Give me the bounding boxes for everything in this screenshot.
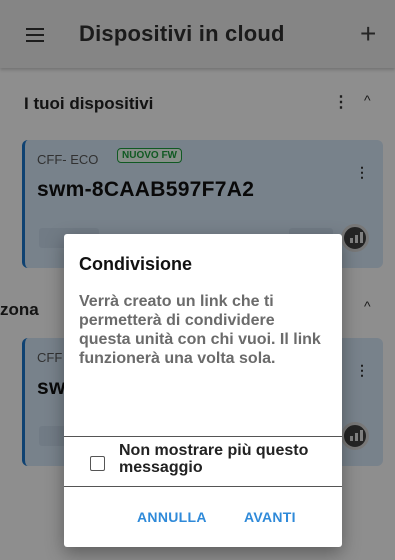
dont-show-again-checkbox[interactable] xyxy=(90,456,105,471)
divider xyxy=(64,486,342,487)
dialog-message: Verrà creato un link che ti permetterà d… xyxy=(79,293,321,367)
cancel-button[interactable]: ANNULLA xyxy=(137,509,207,525)
divider xyxy=(64,436,342,437)
dialog-title: Condivisione xyxy=(79,254,193,274)
share-dialog: Condivisione Verrà creato un link che ti… xyxy=(64,234,342,547)
checkbox-label: Non mostrare più questo messaggio xyxy=(119,442,309,476)
next-button[interactable]: AVANTI xyxy=(244,509,296,525)
